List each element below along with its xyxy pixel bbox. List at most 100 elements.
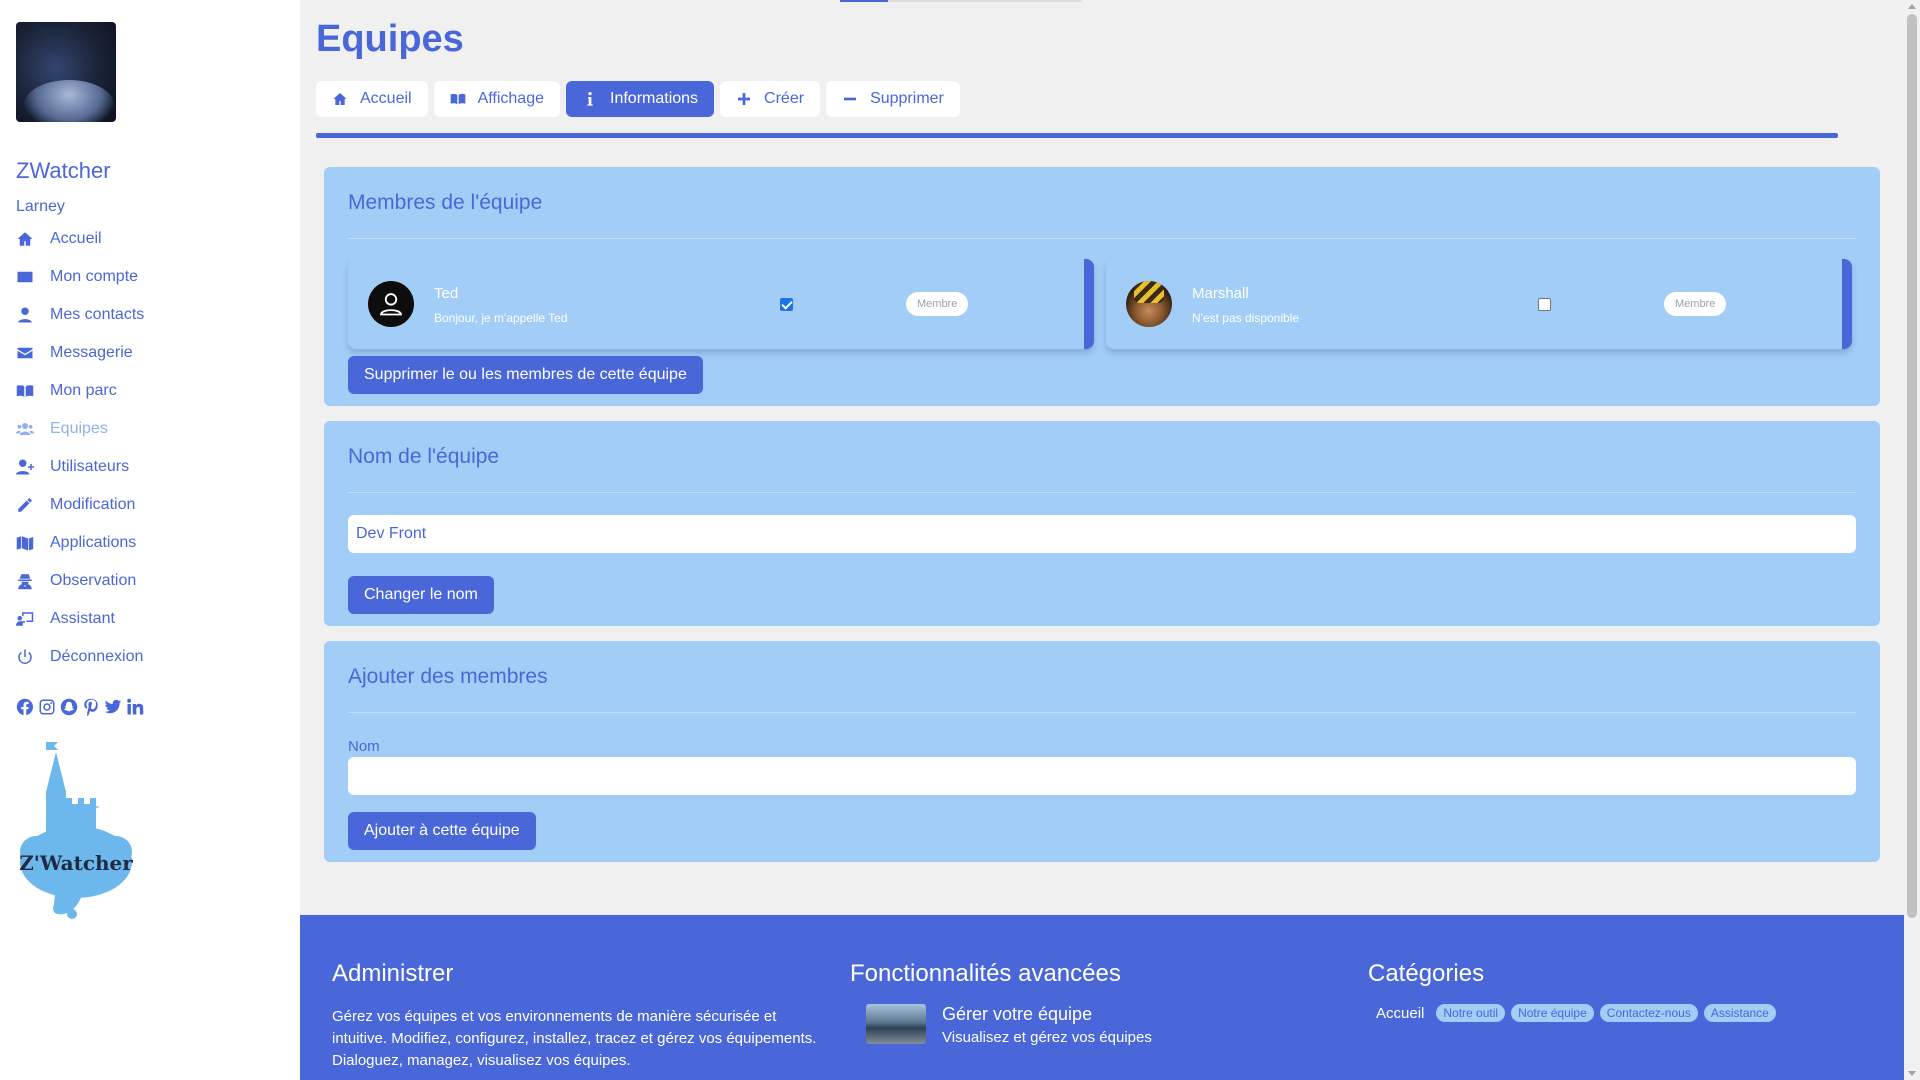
category-home-link[interactable]: Accueil <box>1376 1005 1424 1022</box>
minus-icon <box>844 97 857 101</box>
info-icon <box>587 92 593 106</box>
sidebar-nav: Accueil Mon compte Mes contacts Messager… <box>16 220 284 676</box>
team-name-input[interactable]: Dev Front <box>348 515 1856 553</box>
linkedin-icon[interactable] <box>126 698 144 716</box>
category-tag[interactable]: Contactez-nous <box>1599 1004 1698 1022</box>
home-icon <box>333 93 347 105</box>
feature-title: Gérer votre équipe <box>942 1004 1093 1024</box>
member-name-input[interactable] <box>348 757 1856 795</box>
user-icon <box>16 306 50 324</box>
member-select-checkbox[interactable] <box>780 298 793 311</box>
category-tag[interactable]: Notre équipe <box>1511 1004 1594 1022</box>
tab-accueil[interactable]: Accueil <box>316 81 428 117</box>
user-plus-icon <box>16 458 50 476</box>
sidebar-item-label: Modification <box>50 496 136 513</box>
sidebar-item-accueil[interactable]: Accueil <box>16 220 284 258</box>
top-loading-bar <box>840 0 1082 2</box>
sidebar-item-applications[interactable]: Applications <box>16 524 284 562</box>
chalkboard-teacher-icon <box>16 610 50 628</box>
tab-label: Créer <box>764 90 805 107</box>
members-card: Membres de l'équipe Ted Bonjour, je m'ap… <box>324 167 1880 406</box>
members-title: Membres de l'équipe <box>348 191 543 214</box>
add-member-button[interactable]: Ajouter à cette équipe <box>348 812 536 850</box>
tab-label: Affichage <box>477 90 544 107</box>
category-tag[interactable]: Assistance <box>1703 1004 1776 1022</box>
avatar <box>1126 281 1172 327</box>
role-badge: Membre <box>1664 292 1727 316</box>
sidebar-item-label: Mon parc <box>50 382 117 399</box>
tab-progress-bar <box>316 133 1838 138</box>
main-content: Equipes Accueil Affichage Informations C… <box>300 0 1904 1080</box>
pinterest-icon[interactable] <box>82 698 100 716</box>
sidebar-item-observation[interactable]: Observation <box>16 562 284 600</box>
scrollbar-thumb[interactable] <box>1907 14 1917 918</box>
add-members-title: Ajouter des membres <box>348 665 548 688</box>
sidebar-item-mes-contacts[interactable]: Mes contacts <box>16 296 284 334</box>
tab-affichage[interactable]: Affichage <box>433 81 560 117</box>
sidebar-item-equipes[interactable]: Equipes <box>16 410 284 448</box>
sidebar-item-messagerie[interactable]: Messagerie <box>16 334 284 372</box>
delete-members-button[interactable]: Supprimer le ou les membres de cette équ… <box>348 356 703 394</box>
tab-creer[interactable]: Créer <box>720 81 821 117</box>
footer-admin-title: Administrer <box>332 960 454 987</box>
sidebar-item-label: Mes contacts <box>50 306 145 323</box>
tab-label: Accueil <box>360 90 412 107</box>
divider <box>348 712 1856 713</box>
member-select-checkbox[interactable] <box>1538 298 1551 311</box>
add-members-card: Ajouter des membres Nom Ajouter à cette … <box>324 641 1880 862</box>
sidebar-item-utilisateurs[interactable]: Utilisateurs <box>16 448 284 486</box>
member-card: Ted Bonjour, je m'appelle Ted Membre <box>348 259 1094 349</box>
footer-features: Fonctionnalités avancées Gérer votre équ… <box>850 960 1354 1046</box>
profile-picture[interactable] <box>16 22 116 122</box>
sidebar-item-label: Accueil <box>50 230 102 247</box>
user-secret-icon <box>16 572 50 590</box>
sidebar-item-label: Observation <box>50 572 137 589</box>
rename-button[interactable]: Changer le nom <box>348 576 494 614</box>
feature-item[interactable]: Gérer votre équipe Visualisez et gérez v… <box>850 1004 1354 1046</box>
sidebar-item-label: Applications <box>50 534 137 551</box>
page-title: Equipes <box>316 18 464 60</box>
category-tag[interactable]: Notre outil <box>1436 1004 1506 1022</box>
members-list: Ted Bonjour, je m'appelle Ted Membre Mar… <box>348 259 1852 349</box>
plus-icon <box>738 93 751 105</box>
member-status: N'est pas disponible <box>1192 311 1300 325</box>
member-name: Ted <box>434 285 459 302</box>
scroll-up-arrow[interactable] <box>1908 4 1916 9</box>
category-tags: Accueil Notre outil Notre équipe Contact… <box>1368 1004 1868 1022</box>
feature-thumbnail <box>866 1004 926 1044</box>
footer-admin: Administrer Gérez vos équipes et vos env… <box>332 960 832 1072</box>
envelope-icon <box>16 344 50 362</box>
sidebar-item-mon-parc[interactable]: Mon parc <box>16 372 284 410</box>
twitter-icon[interactable] <box>104 698 122 716</box>
sidebar-item-label: Messagerie <box>50 344 133 361</box>
footer-categories: Catégories Accueil Notre outil Notre équ… <box>1368 960 1868 1022</box>
sidebar-item-label: Assistant <box>50 610 115 627</box>
brand-name: ZWatcher <box>16 158 111 183</box>
zwatcher-logo: Z'Watcher <box>19 742 133 919</box>
name-label: Nom <box>348 738 380 755</box>
sidebar-item-deconnexion[interactable]: Déconnexion <box>16 638 284 676</box>
member-card: Marshall N'est pas disponible Membre <box>1106 259 1852 349</box>
instagram-icon[interactable] <box>38 698 56 716</box>
sidebar-item-modification[interactable]: Modification <box>16 486 284 524</box>
sidebar-item-mon-compte[interactable]: Mon compte <box>16 258 284 296</box>
users-icon <box>16 420 50 438</box>
logo-text: Z'Watcher <box>19 851 133 875</box>
footer-features-title: Fonctionnalités avancées <box>850 960 1121 987</box>
user-outline-icon <box>380 293 402 316</box>
avatar <box>368 281 414 327</box>
facebook-icon[interactable] <box>16 698 34 716</box>
sidebar-item-label: Equipes <box>50 420 108 437</box>
sidebar-item-label: Utilisateurs <box>50 458 130 475</box>
footer-categories-title: Catégories <box>1368 960 1485 987</box>
snapchat-icon[interactable] <box>60 698 78 716</box>
scroll-down-arrow[interactable] <box>1908 1071 1916 1076</box>
tab-supprimer[interactable]: Supprimer <box>826 81 960 117</box>
sidebar-item-label: Déconnexion <box>50 648 144 665</box>
sidebar-item-assistant[interactable]: Assistant <box>16 600 284 638</box>
tab-informations[interactable]: Informations <box>566 81 715 117</box>
vertical-scrollbar[interactable] <box>1904 0 1920 1080</box>
divider <box>348 238 1856 239</box>
tab-label: Supprimer <box>870 90 944 107</box>
footer: Administrer Gérez vos équipes et vos env… <box>300 915 1904 1080</box>
